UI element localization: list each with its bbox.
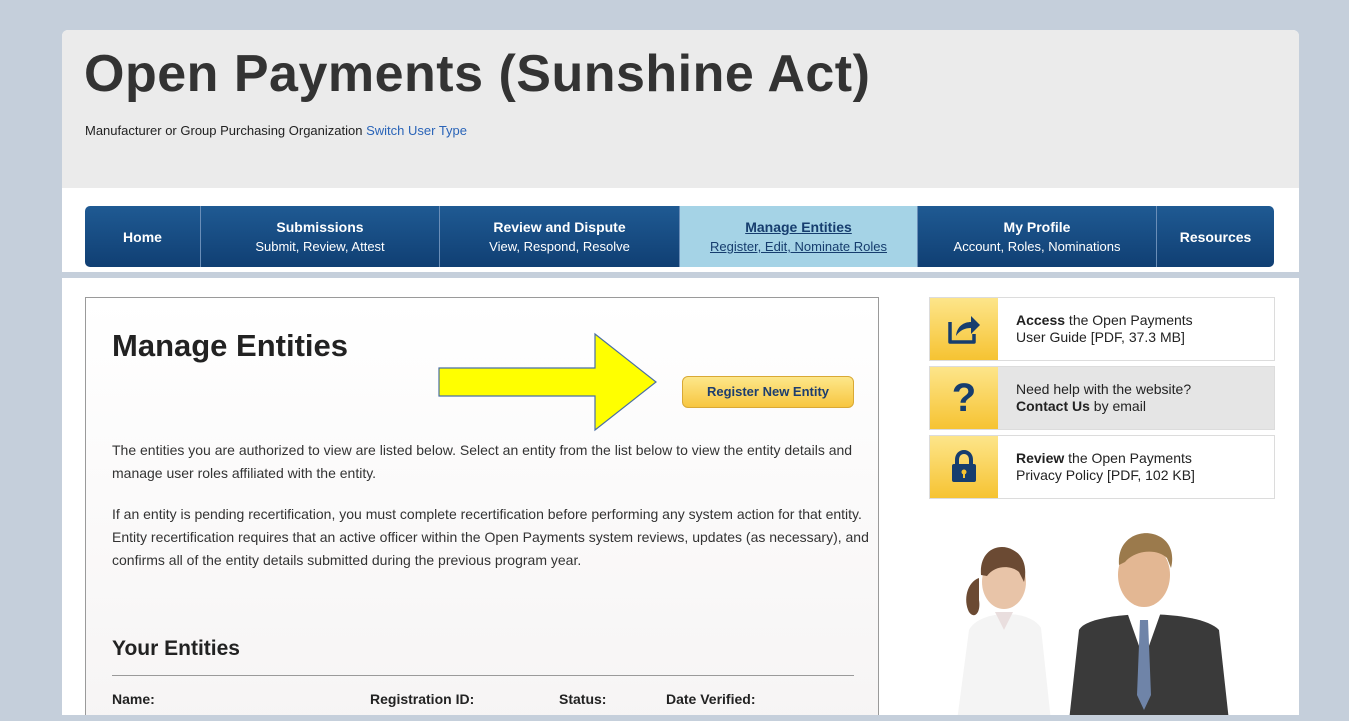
- privacy-line2: Privacy Policy [PDF, 102 KB]: [1016, 467, 1195, 483]
- privacy-policy-card[interactable]: Review the Open Payments Privacy Policy …: [929, 435, 1275, 499]
- doctor-and-businessman-photo: [957, 533, 1229, 721]
- column-name: Name:: [112, 691, 155, 707]
- contact-line1: Need help with the website?: [1016, 381, 1192, 397]
- nav-home[interactable]: Home: [85, 206, 201, 267]
- column-status: Status:: [559, 691, 607, 707]
- page-container: Open Payments (Sunshine Act) Manufacture…: [62, 30, 1299, 721]
- user-guide-card[interactable]: Access the Open Payments User Guide [PDF…: [929, 297, 1275, 361]
- nav-submissions-sub: Submit, Review, Attest: [255, 239, 385, 254]
- user-guide-line1: the Open Payments: [1065, 312, 1193, 328]
- privacy-text: Review the Open Payments Privacy Policy …: [1016, 450, 1266, 484]
- table-divider: [112, 675, 854, 676]
- main-nav: Home Submissions Submit, Review, Attest …: [85, 206, 1274, 267]
- contact-line2: by email: [1089, 398, 1146, 414]
- switch-user-type-link[interactable]: Switch User Type: [366, 123, 467, 138]
- nav-submissions-label: Submissions: [276, 219, 364, 235]
- nav-profile-sub: Account, Roles, Nominations: [953, 239, 1121, 254]
- user-type-line: Manufacturer or Group Purchasing Organiz…: [85, 123, 467, 138]
- column-date-verified: Date Verified:: [666, 691, 756, 707]
- nav-review-label: Review and Dispute: [493, 219, 626, 235]
- bottom-border: [0, 715, 1349, 721]
- nav-resources[interactable]: Resources: [1157, 206, 1274, 267]
- your-entities-heading: Your Entities: [112, 637, 240, 660]
- nav-review-sub: View, Respond, Resolve: [489, 239, 630, 254]
- register-new-entity-button[interactable]: Register New Entity: [682, 376, 854, 408]
- user-guide-bold: Access: [1016, 312, 1066, 328]
- question-mark-icon: ?: [930, 367, 998, 429]
- nav-submissions[interactable]: Submissions Submit, Review, Attest: [201, 206, 440, 267]
- recertification-paragraph: If an entity is pending recertification,…: [112, 506, 869, 568]
- contact-us-card[interactable]: ? Need help with the website? Contact Us…: [929, 366, 1275, 430]
- nav-profile-label: My Profile: [1003, 219, 1071, 235]
- contact-us-text: Need help with the website? Contact Us b…: [1016, 381, 1266, 415]
- nav-resources-label: Resources: [1179, 228, 1252, 245]
- nav-manage-sub: Register, Edit, Nominate Roles: [709, 239, 888, 254]
- privacy-line1: the Open Payments: [1064, 450, 1192, 466]
- user-guide-line2: User Guide [PDF, 37.3 MB]: [1016, 329, 1185, 345]
- column-registration-id: Registration ID:: [370, 691, 475, 707]
- manage-entities-panel: Manage Entities Register New Entity The …: [85, 297, 879, 721]
- nav-my-profile[interactable]: My Profile Account, Roles, Nominations: [918, 206, 1157, 267]
- contact-bold: Contact Us: [1016, 398, 1090, 414]
- nav-review-dispute[interactable]: Review and Dispute View, Respond, Resolv…: [440, 206, 680, 267]
- lock-icon: [930, 436, 998, 498]
- intro-paragraph: The entities you are authorized to view …: [112, 442, 853, 481]
- annotation-arrow-icon: [438, 332, 657, 432]
- page-title: Manage Entities: [112, 328, 348, 363]
- privacy-bold: Review: [1016, 450, 1065, 466]
- nav-manage-label: Manage Entities: [745, 219, 852, 235]
- user-type-label: Manufacturer or Group Purchasing Organiz…: [85, 123, 363, 138]
- nav-home-label: Home: [123, 228, 162, 245]
- user-guide-text: Access the Open Payments User Guide [PDF…: [1016, 312, 1266, 346]
- nav-manage-entities[interactable]: Manage Entities Register, Edit, Nominate…: [680, 206, 918, 267]
- site-title: Open Payments (Sunshine Act): [84, 45, 871, 103]
- header-divider: [62, 272, 1299, 278]
- share-arrow-icon: [930, 298, 998, 360]
